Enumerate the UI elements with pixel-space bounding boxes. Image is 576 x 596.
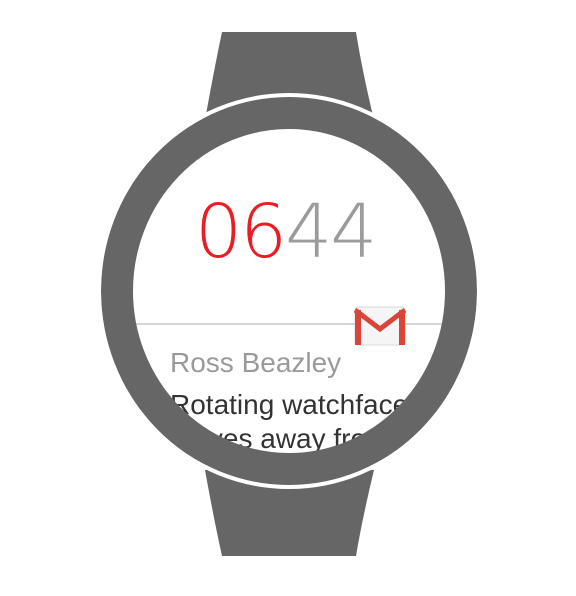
clock-hours: 06 <box>195 189 287 275</box>
notification-preview: Rotating watchface moves away from <box>170 389 409 454</box>
gmail-icon <box>354 306 406 346</box>
notification-sender: Ross Beazley <box>170 347 342 378</box>
clock-minutes: 44 <box>285 189 377 275</box>
clock-display: 06 44 <box>195 189 377 275</box>
top-strap <box>205 32 374 120</box>
watch-screen[interactable]: 06 44 Ross Beazley Rotating watchface mo… <box>130 122 450 456</box>
watch-mockup: 06 44 Ross Beazley Rotating watchface mo… <box>0 0 576 596</box>
bottom-strap <box>205 470 374 556</box>
